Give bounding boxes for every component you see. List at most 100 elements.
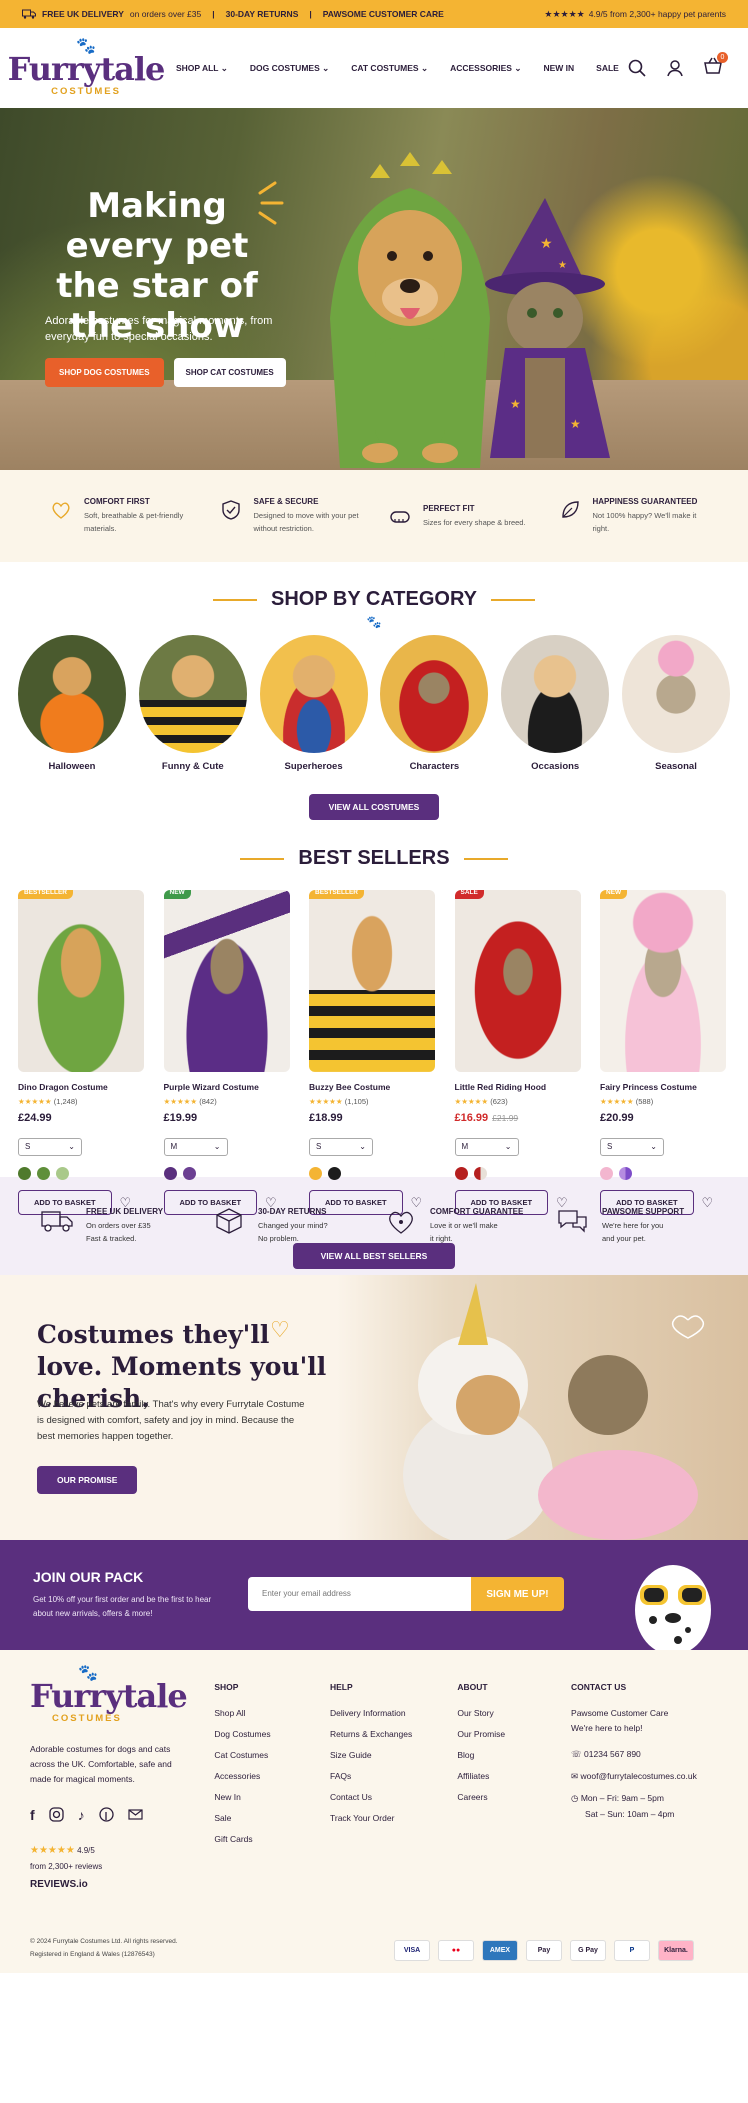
size-select[interactable]: M ⌄ bbox=[454, 1138, 519, 1156]
star-icons: ★★★★★ bbox=[309, 1097, 343, 1106]
footer-link[interactable]: Track Your Order bbox=[330, 1813, 457, 1823]
email-icon[interactable] bbox=[128, 1807, 143, 1822]
size-select[interactable]: M ⌄ bbox=[163, 1138, 228, 1156]
color-swatch[interactable] bbox=[163, 1167, 177, 1180]
color-swatch[interactable] bbox=[182, 1167, 196, 1180]
view-all-best-sellers-button[interactable]: VIEW ALL BEST SELLERS bbox=[292, 1243, 456, 1269]
our-promise-button[interactable]: OUR PROMISE bbox=[37, 1466, 138, 1494]
view-all-costumes-button[interactable]: VIEW ALL COSTUMES bbox=[308, 794, 440, 820]
category-label: Characters bbox=[409, 761, 460, 772]
footer-link[interactable]: Sale bbox=[214, 1813, 330, 1823]
footer-link[interactable]: Shop All bbox=[214, 1708, 330, 1718]
color-swatches bbox=[18, 1167, 148, 1180]
product-name[interactable]: Buzzy Bee Costume bbox=[309, 1082, 439, 1092]
product-image[interactable]: NEW bbox=[600, 890, 726, 1072]
footer-link[interactable]: Accessories bbox=[214, 1771, 330, 1781]
sign-up-button[interactable]: SIGN ME UP! bbox=[471, 1577, 564, 1611]
footer-link[interactable]: Gift Cards bbox=[214, 1834, 330, 1844]
perk-desc: Changed your mind? No problem. bbox=[258, 1219, 328, 1245]
footer-link[interactable]: Cat Costumes bbox=[214, 1750, 330, 1760]
pinterest-icon[interactable] bbox=[99, 1806, 114, 1822]
tiktok-icon[interactable]: ♪ bbox=[78, 1807, 85, 1823]
product-name[interactable]: Dino Dragon Costume bbox=[18, 1082, 148, 1092]
cart-button[interactable]: 0 bbox=[704, 51, 728, 80]
nav-dog-costumes[interactable]: DOG COSTUMES ⌄ bbox=[250, 63, 329, 74]
account-icon[interactable] bbox=[666, 59, 684, 77]
footer-link[interactable]: Our Story bbox=[457, 1708, 571, 1718]
footer-link[interactable]: Size Guide bbox=[330, 1750, 457, 1760]
product-image[interactable]: BESTSELLER bbox=[18, 890, 144, 1072]
product-name[interactable]: Fairy Princess Costume bbox=[600, 1082, 730, 1092]
footer-link[interactable]: Blog bbox=[457, 1750, 571, 1760]
heart-paw-icon bbox=[389, 1211, 413, 1234]
perk-returns: 30-DAY RETURNS Changed your mind? No probl… bbox=[212, 1207, 364, 1245]
nav-new-in[interactable]: NEW IN bbox=[543, 63, 574, 74]
category-characters[interactable]: Characters bbox=[378, 635, 490, 772]
product-image[interactable]: BESTSELLER bbox=[309, 890, 435, 1072]
category-halloween[interactable]: Halloween bbox=[16, 635, 128, 772]
category-seasonal[interactable]: Seasonal bbox=[620, 635, 732, 772]
contact-hours: ◷ Mon – Fri: 9am – 5pm bbox=[571, 1793, 718, 1804]
category-superheroes[interactable]: Superheroes bbox=[258, 635, 370, 772]
product-name[interactable]: Little Red Riding Hood bbox=[455, 1082, 585, 1092]
logo[interactable]: 🐾 Furrytale COSTUMES bbox=[8, 39, 166, 97]
footer-logo[interactable]: 🐾 Furrytale COSTUMES bbox=[30, 1666, 188, 1724]
bestsellers-title: BEST SELLERS bbox=[298, 847, 450, 869]
hero-buttons: SHOP DOG COSTUMES SHOP CAT COSTUMES bbox=[45, 358, 286, 387]
footer-link[interactable]: Contact Us bbox=[330, 1792, 457, 1802]
color-swatch[interactable] bbox=[56, 1167, 69, 1180]
size-select[interactable]: S ⌄ bbox=[309, 1138, 373, 1156]
chevron-down-icon: ⌄ bbox=[650, 1142, 657, 1151]
color-swatch[interactable] bbox=[619, 1167, 632, 1180]
footer-column-title: HELP bbox=[330, 1682, 353, 1692]
hero-description: Adorable costumes for magical moments, f… bbox=[45, 315, 273, 343]
nav-shop-all[interactable]: SHOP ALL ⌄ bbox=[176, 63, 228, 74]
nav-cat-costumes[interactable]: CAT COSTUMES ⌄ bbox=[351, 63, 428, 74]
size-select[interactable]: S ⌄ bbox=[18, 1138, 82, 1156]
footer-link[interactable]: FAQs bbox=[330, 1771, 457, 1781]
facebook-icon[interactable]: f bbox=[30, 1807, 35, 1823]
footer-link[interactable]: Our Promise bbox=[457, 1729, 571, 1739]
footer-link[interactable]: Affiliates bbox=[457, 1771, 571, 1781]
category-occasions[interactable]: Occasions bbox=[499, 635, 611, 772]
color-swatch[interactable] bbox=[454, 1167, 468, 1180]
email-input[interactable]: Enter your email address bbox=[248, 1577, 471, 1611]
product-rating: ★★★★★ (842) bbox=[164, 1097, 294, 1106]
perk-title: PAWSOME SUPPORT bbox=[602, 1207, 685, 1216]
mastercard-icon: ●● bbox=[438, 1940, 474, 1961]
instagram-icon[interactable] bbox=[49, 1806, 64, 1822]
footer-link[interactable]: Careers bbox=[457, 1792, 571, 1802]
product-rating: ★★★★★ (1,105) bbox=[309, 1097, 439, 1106]
product-image[interactable]: NEW bbox=[163, 890, 290, 1072]
shop-dog-costumes-button[interactable]: SHOP DOG COSTUMES bbox=[45, 358, 164, 387]
leaf-icon bbox=[561, 501, 579, 518]
nav-sale[interactable]: SALE bbox=[596, 63, 619, 74]
contact-phone[interactable]: ☏ 01234 567 890 bbox=[571, 1749, 718, 1760]
footer-link[interactable]: Delivery Information bbox=[330, 1708, 457, 1718]
color-swatch[interactable] bbox=[18, 1167, 31, 1180]
color-swatch[interactable] bbox=[328, 1167, 341, 1180]
shop-cat-costumes-button[interactable]: SHOP CAT COSTUMES bbox=[173, 358, 286, 387]
contact-email[interactable]: ✉ woof@furrytalecostumes.co.uk bbox=[571, 1771, 718, 1782]
reviews-io-logo[interactable]: REVIEWS.io bbox=[30, 1879, 206, 1890]
paypal-icon: P bbox=[614, 1940, 650, 1961]
color-swatches bbox=[163, 1167, 294, 1180]
footer-link[interactable]: New In bbox=[214, 1792, 330, 1802]
tape-measure-icon bbox=[390, 510, 410, 523]
category-funny-cute[interactable]: Funny & Cute bbox=[137, 635, 249, 772]
color-swatch[interactable] bbox=[600, 1167, 613, 1180]
size-select[interactable]: S ⌄ bbox=[600, 1138, 664, 1156]
search-icon[interactable] bbox=[628, 59, 646, 77]
star-icons: ★★★★★ bbox=[30, 1844, 75, 1856]
product-name[interactable]: Purple Wizard Costume bbox=[164, 1082, 294, 1092]
footer-link[interactable]: Dog Costumes bbox=[214, 1729, 330, 1739]
newsletter-desc: Get 10% off your first order and be the … bbox=[33, 1595, 212, 1618]
contact-hours: Sat – Sun: 10am – 4pm bbox=[585, 1809, 718, 1819]
title-rule bbox=[463, 857, 508, 860]
product-image[interactable]: SALE bbox=[454, 890, 581, 1072]
color-swatch[interactable] bbox=[309, 1167, 322, 1180]
nav-accessories[interactable]: ACCESSORIES ⌄ bbox=[450, 63, 521, 74]
footer-link[interactable]: Returns & Exchanges bbox=[330, 1729, 457, 1739]
color-swatch[interactable] bbox=[473, 1167, 487, 1180]
color-swatch[interactable] bbox=[37, 1167, 50, 1180]
